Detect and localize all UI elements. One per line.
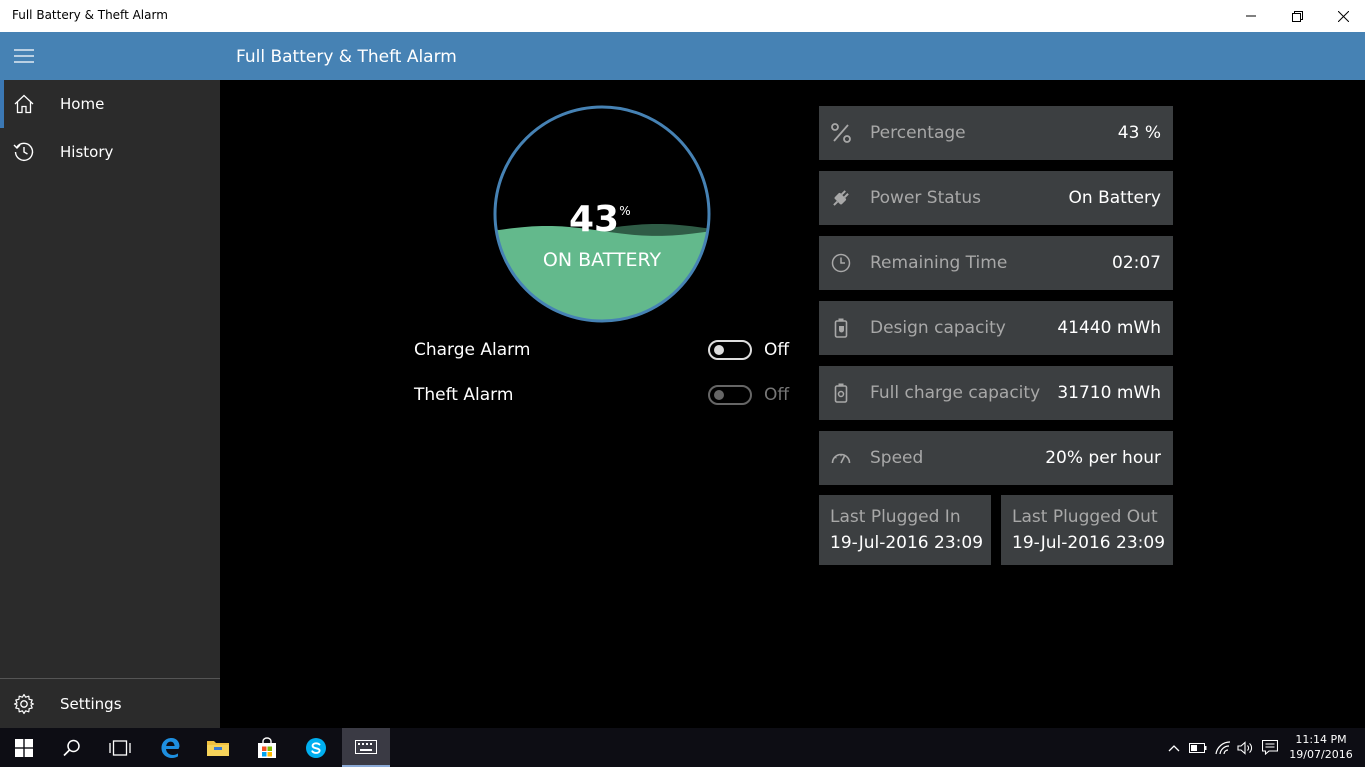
speedometer-icon	[827, 444, 855, 472]
card-value: 19-Jul-2016 23:09	[830, 533, 984, 553]
battery-design-icon	[827, 314, 855, 342]
last-plugged-out-card: Last Plugged Out 19-Jul-2016 23:09	[1001, 495, 1173, 565]
active-indicator	[0, 80, 4, 128]
home-icon	[0, 80, 48, 128]
battery-status-label: ON BATTERY	[543, 249, 662, 271]
skype-button[interactable]	[292, 728, 340, 767]
skype-icon	[306, 737, 326, 758]
close-button[interactable]	[1320, 0, 1365, 32]
percentage-card: Percentage 43 %	[819, 106, 1173, 160]
gear-icon	[0, 680, 48, 728]
card-value: 19-Jul-2016 23:09	[1012, 533, 1166, 553]
window-titlebar: Full Battery & Theft Alarm	[0, 0, 1365, 32]
charge-alarm-label: Charge Alarm	[414, 340, 531, 360]
search-button[interactable]	[48, 728, 96, 767]
plug-icon	[827, 184, 855, 212]
taskbar-clock[interactable]: 11:14 PM 19/07/2016	[1284, 732, 1358, 762]
volume-tray-button[interactable]	[1233, 728, 1257, 767]
theft-alarm-row: Theft Alarm Off	[414, 381, 794, 411]
window-title: Full Battery & Theft Alarm	[12, 8, 168, 22]
folder-icon	[207, 740, 229, 756]
store-button[interactable]	[243, 728, 291, 767]
sidebar-divider	[0, 678, 220, 679]
power-status-card: Power Status On Battery	[819, 171, 1173, 225]
minimize-button[interactable]	[1228, 0, 1274, 32]
sidebar-item-label: History	[60, 143, 114, 161]
battery-percent-value: 43	[569, 199, 619, 240]
battery-percent-symbol: %	[619, 204, 630, 218]
edge-icon	[161, 737, 180, 758]
card-value: On Battery	[1068, 188, 1161, 208]
action-center-button[interactable]	[1258, 728, 1282, 767]
theft-alarm-state: Off	[764, 385, 790, 405]
sidebar-item-settings[interactable]: Settings	[0, 680, 220, 728]
last-plugged-in-card: Last Plugged In 19-Jul-2016 23:09	[819, 495, 991, 565]
keyboard-app-icon	[355, 739, 377, 754]
speed-card: Speed 20% per hour	[819, 431, 1173, 485]
clock-time: 11:14 PM	[1295, 733, 1347, 746]
task-view-icon	[109, 739, 131, 756]
card-label: Last Plugged In	[830, 507, 961, 527]
charge-alarm-state: Off	[764, 340, 790, 360]
card-label: Last Plugged Out	[1012, 507, 1158, 527]
card-value: 41440 mWh	[1057, 318, 1161, 338]
edge-browser-button[interactable]	[146, 728, 194, 767]
battery-tray-button[interactable]	[1186, 728, 1210, 767]
app-header: Full Battery & Theft Alarm	[0, 32, 1365, 80]
battery-icon	[1189, 742, 1207, 753]
clock-date: 19/07/2016	[1289, 748, 1353, 761]
sidebar-item-history[interactable]: History	[0, 128, 220, 176]
card-value: 43 %	[1117, 123, 1161, 143]
battery-alarm-app-button[interactable]	[342, 728, 390, 767]
restore-icon	[1291, 10, 1303, 22]
wifi-icon	[1215, 740, 1231, 754]
close-icon	[1337, 10, 1349, 22]
card-value: 31710 mWh	[1057, 383, 1161, 403]
card-value: 20% per hour	[1045, 448, 1161, 468]
sidebar-item-label: Home	[60, 95, 105, 113]
wifi-tray-button[interactable]	[1211, 728, 1235, 767]
file-explorer-button[interactable]	[194, 728, 242, 767]
hamburger-menu-button[interactable]	[0, 32, 48, 80]
task-view-button[interactable]	[96, 728, 144, 767]
sidebar-item-home[interactable]: Home	[0, 80, 220, 128]
minimize-icon	[1246, 15, 1256, 17]
battery-gauge: 43 % ON BATTERY	[492, 104, 712, 324]
notification-icon	[1262, 740, 1278, 755]
card-label: Speed	[870, 448, 924, 468]
speaker-icon	[1237, 740, 1252, 755]
charge-alarm-toggle[interactable]	[708, 340, 752, 360]
battery-fill-level	[495, 226, 709, 321]
start-button[interactable]	[0, 728, 48, 767]
card-label: Percentage	[870, 123, 966, 143]
battery-full-icon	[827, 379, 855, 407]
sidebar: Home History Settings	[0, 80, 220, 728]
store-icon	[258, 736, 276, 758]
card-label: Power Status	[870, 188, 981, 208]
card-value: 02:07	[1112, 253, 1161, 273]
charge-alarm-row: Charge Alarm Off	[414, 336, 794, 366]
percent-icon	[827, 119, 855, 147]
chevron-up-icon	[1168, 744, 1180, 751]
clock-icon	[827, 249, 855, 277]
windows-logo-icon	[15, 738, 33, 757]
full-charge-capacity-card: Full charge capacity 31710 mWh	[819, 366, 1173, 420]
restore-button[interactable]	[1274, 0, 1320, 32]
history-icon	[0, 128, 48, 176]
search-icon	[63, 739, 80, 756]
theft-alarm-toggle[interactable]	[708, 385, 752, 405]
toggle-knob	[714, 345, 724, 355]
taskbar: 11:14 PM 19/07/2016	[0, 728, 1365, 767]
theft-alarm-label: Theft Alarm	[414, 385, 514, 405]
toggle-knob	[714, 390, 724, 400]
card-label: Remaining Time	[870, 253, 1008, 273]
page-title: Full Battery & Theft Alarm	[236, 47, 457, 67]
hamburger-icon	[14, 49, 34, 63]
card-label: Design capacity	[870, 318, 1006, 338]
show-hidden-icons-button[interactable]	[1162, 728, 1186, 767]
remaining-time-card: Remaining Time 02:07	[819, 236, 1173, 290]
design-capacity-card: Design capacity 41440 mWh	[819, 301, 1173, 355]
card-label: Full charge capacity	[870, 383, 1041, 403]
sidebar-item-label: Settings	[60, 695, 122, 713]
